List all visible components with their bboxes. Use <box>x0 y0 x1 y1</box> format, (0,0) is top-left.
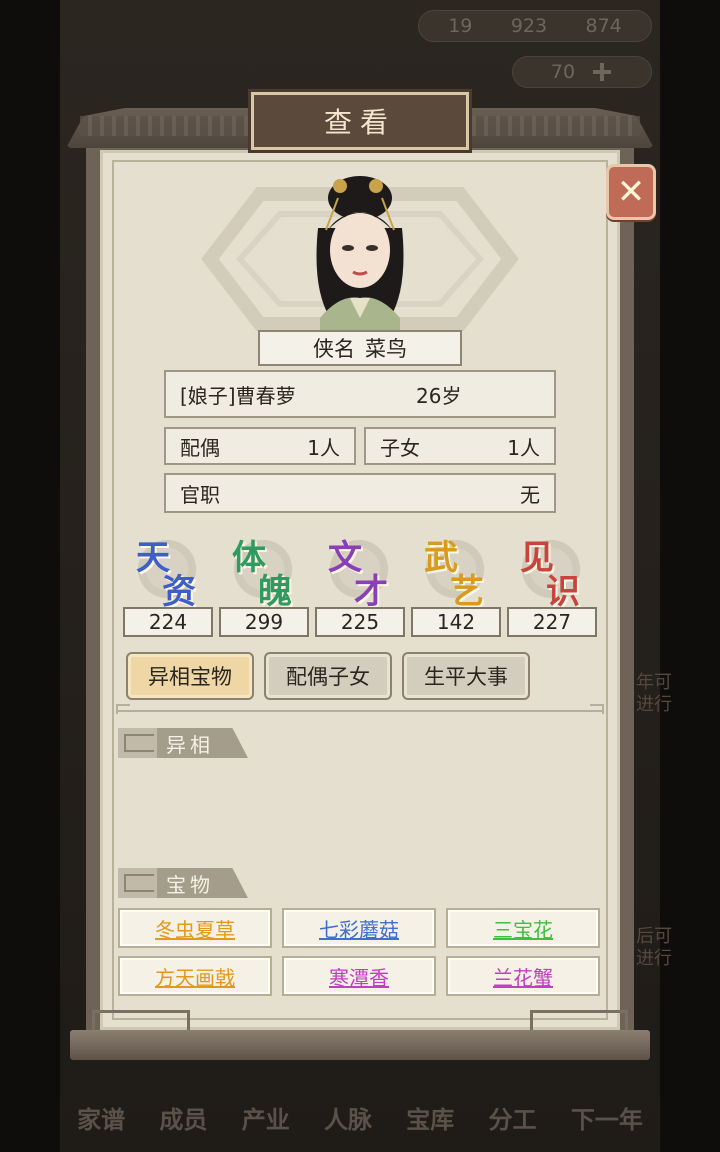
close-button[interactable]: ✕ <box>606 164 656 220</box>
attr-talent: 天 资 <box>122 528 212 612</box>
game-screen: 19 923 874 70 年可 进行 后可 进行 家谱 成员 产业 人脉 宝库… <box>0 0 720 1152</box>
tab-life-events[interactable]: 生平大事 <box>402 652 530 700</box>
treasure-item[interactable]: 七彩蘑菇 <box>282 908 436 948</box>
tab-spouse-children[interactable]: 配偶子女 <box>264 652 392 700</box>
close-x-icon: ✕ <box>616 172 646 212</box>
nav-item-industry: 产业 <box>241 1105 290 1134</box>
treasures-section-header: 宝物 <box>118 868 248 898</box>
treasures-section-title: 宝物 <box>166 872 214 897</box>
identity-name: [娘子]曹春萝 <box>180 383 296 408</box>
attr-physique-char2: 魄 <box>258 572 292 612</box>
dialog-base-beam <box>70 1030 650 1060</box>
age-value: 26岁 <box>416 383 462 408</box>
background-left <box>0 0 60 1152</box>
spouse-label: 配偶 <box>180 435 220 460</box>
nav-item-next-year: 下一年 <box>570 1105 643 1134</box>
tab-traits-treasures[interactable]: 异相宝物 <box>126 652 254 700</box>
gold-amount: 70 <box>550 61 576 83</box>
dialog-title-plate: 查看 <box>248 89 472 153</box>
section-divider <box>116 704 604 718</box>
title-name-box: 侠名 菜鸟 <box>258 330 462 366</box>
resource-2: 923 <box>510 15 548 37</box>
side-hint-1: 年可 进行 <box>636 672 672 715</box>
resource-bar: 19 923 874 <box>418 10 652 42</box>
fret-ornament-icon <box>124 874 154 892</box>
background-right <box>660 0 720 1152</box>
attr-insight: 见 识 <box>506 528 596 612</box>
identity-box: [娘子]曹春萝 26岁 <box>164 370 556 418</box>
attr-insight-char2: 识 <box>546 572 580 612</box>
attr-literary: 文 才 <box>314 528 404 612</box>
attr-physique-value: 299 <box>219 607 309 637</box>
attr-literary-char2: 才 <box>354 572 388 612</box>
nav-item-members: 成员 <box>159 1105 208 1134</box>
dialog-title: 查看 <box>323 106 396 139</box>
office-box: 官职 无 <box>164 473 556 513</box>
office-label: 官职 <box>180 482 220 507</box>
treasure-item[interactable]: 寒潭香 <box>282 956 436 996</box>
title-name-value: 菜鸟 <box>365 337 407 361</box>
side-hint-2: 后可 进行 <box>636 926 672 969</box>
attr-literary-value: 225 <box>315 607 405 637</box>
children-label: 子女 <box>380 435 420 460</box>
nav-item-connections: 人脉 <box>323 1105 372 1134</box>
attr-martial-char2: 艺 <box>450 572 484 612</box>
nav-item-assignments: 分工 <box>488 1105 537 1134</box>
office-value: 无 <box>520 482 540 507</box>
title-name-label: 侠名 <box>313 337 355 361</box>
children-box: 子女 1人 <box>364 427 556 465</box>
spouse-value: 1人 <box>307 435 340 460</box>
fret-ornament-icon <box>124 734 154 752</box>
plus-icon <box>591 61 613 83</box>
character-portrait <box>316 176 404 338</box>
resource-3: 874 <box>585 15 622 37</box>
attr-physique: 体 魄 <box>218 528 308 612</box>
treasure-item[interactable]: 冬虫夏草 <box>118 908 272 948</box>
nav-item-genealogy: 家谱 <box>77 1105 126 1134</box>
bottom-nav: 家谱 成员 产业 人脉 宝库 分工 下一年 <box>60 1082 660 1152</box>
nav-item-treasury: 宝库 <box>406 1105 455 1134</box>
gold-bar: 70 <box>512 56 652 88</box>
traits-section-title: 异相 <box>166 732 214 757</box>
treasure-item[interactable]: 三宝花 <box>446 908 600 948</box>
resource-1: 19 <box>448 15 473 37</box>
treasure-item[interactable]: 方天画戟 <box>118 956 272 996</box>
children-value: 1人 <box>507 435 540 460</box>
attr-martial-value: 142 <box>411 607 501 637</box>
spouse-box: 配偶 1人 <box>164 427 356 465</box>
attr-insight-value: 227 <box>507 607 597 637</box>
attr-martial: 武 艺 <box>410 528 500 612</box>
attr-talent-value: 224 <box>123 607 213 637</box>
treasure-item[interactable]: 兰花蟹 <box>446 956 600 996</box>
traits-section-header: 异相 <box>118 728 248 758</box>
attr-talent-char2: 资 <box>162 572 196 612</box>
